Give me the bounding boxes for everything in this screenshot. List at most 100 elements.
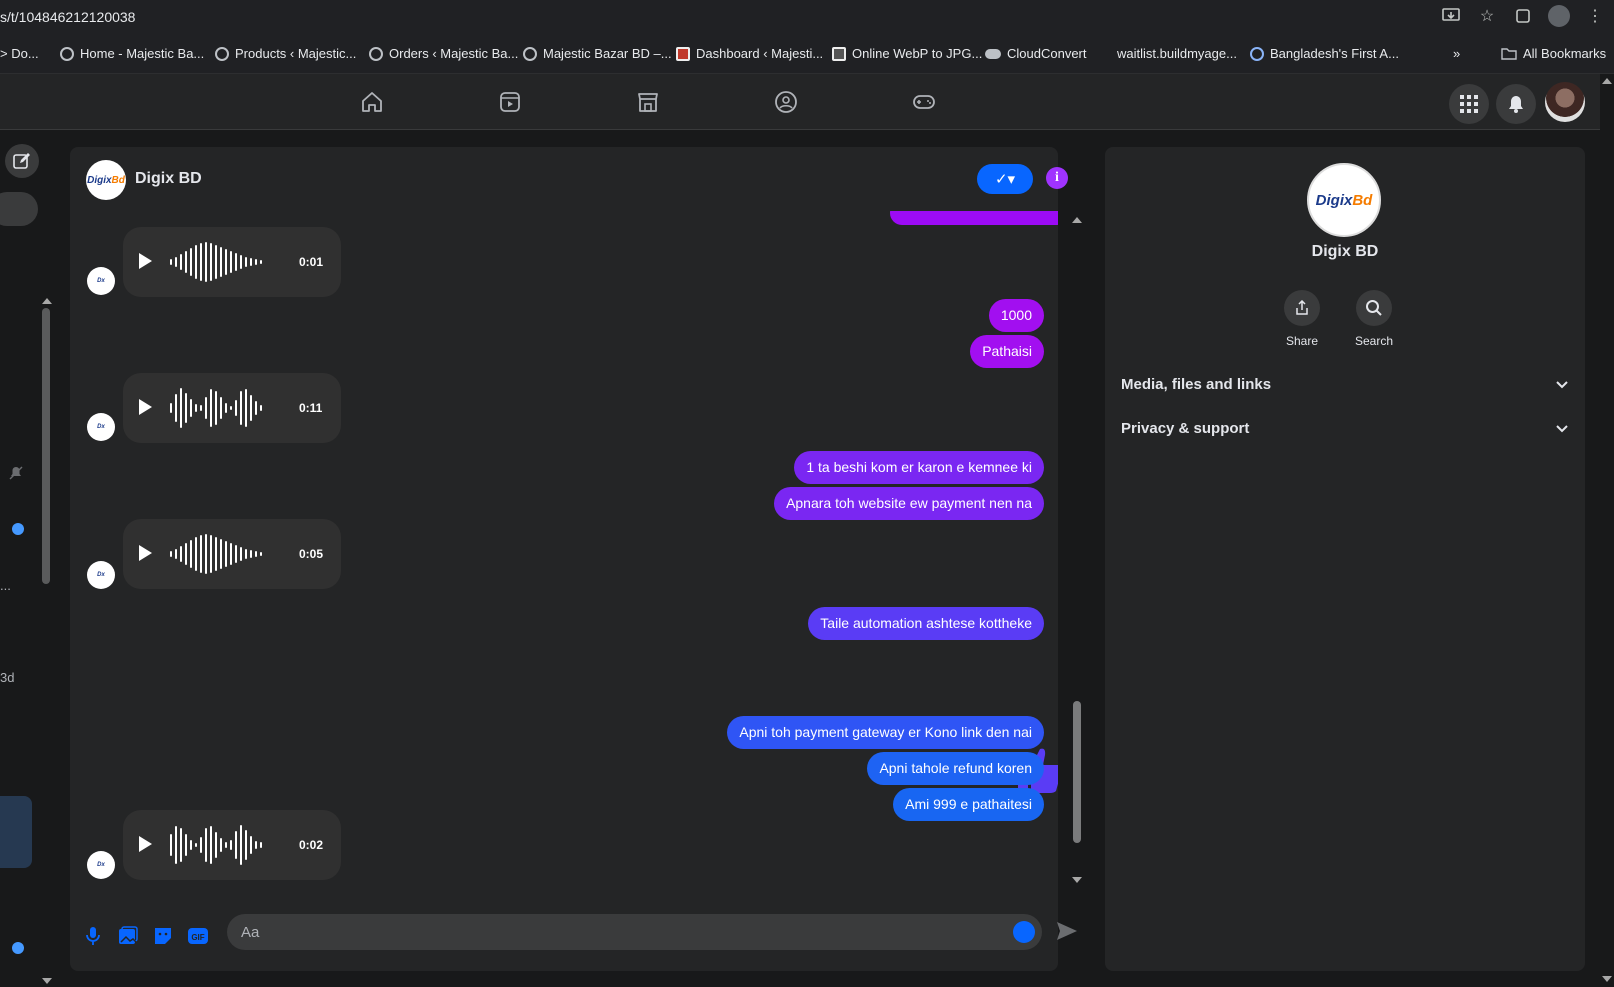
waveform-bar: [230, 251, 232, 273]
search-button[interactable]: [1356, 290, 1392, 326]
groups-icon[interactable]: [772, 88, 800, 116]
scroll-up-arrow[interactable]: [42, 298, 52, 304]
search-label: Search: [1354, 334, 1394, 348]
bookmark-item[interactable]: Majestic Bazar BD –...: [523, 46, 672, 61]
outgoing-message[interactable]: Taile automation ashtese kottheke: [808, 607, 1044, 640]
waveform-bar: [225, 842, 227, 848]
play-icon[interactable]: [139, 545, 152, 561]
share-action[interactable]: Share: [1272, 290, 1332, 348]
bell-icon: [1509, 96, 1523, 113]
play-icon[interactable]: [139, 399, 152, 415]
install-app-icon[interactable]: [1440, 5, 1462, 27]
menu-grid-button[interactable]: [1449, 84, 1489, 124]
waveform: [170, 533, 278, 575]
voice-message[interactable]: 0:01: [123, 227, 341, 297]
scroll-down-arrow[interactable]: [1072, 877, 1082, 883]
waveform-bar: [205, 242, 207, 282]
waveform-bar: [175, 257, 177, 267]
bookmark-item[interactable]: Dashboard ‹ Majesti...: [676, 46, 823, 61]
send-icon[interactable]: [1055, 919, 1079, 943]
account-avatar[interactable]: [1545, 82, 1585, 122]
all-bookmarks-button[interactable]: All Bookmarks: [1501, 46, 1606, 61]
play-icon[interactable]: [139, 253, 152, 269]
message-list-scrollbar[interactable]: [1072, 213, 1082, 886]
outgoing-message[interactable]: Apni tahole refund koren: [867, 752, 1044, 785]
new-message-button[interactable]: [5, 144, 39, 178]
waveform-bar: [170, 834, 172, 856]
sidebar-scrollbar-thumb[interactable]: [42, 308, 50, 584]
conversation-header: DigixBd Digix BD ✓▾ i: [70, 147, 1068, 211]
outgoing-message[interactable]: Apnara toh website ew payment nen na: [774, 487, 1044, 520]
microphone-icon[interactable]: [82, 925, 104, 947]
cloud-icon: [985, 48, 1001, 59]
outgoing-message[interactable]: 1 ta beshi kom er karon e kemnee ki: [794, 451, 1044, 484]
waveform-bar: [215, 832, 217, 858]
emoji-icon[interactable]: [1013, 921, 1035, 943]
globe-icon: [523, 46, 537, 61]
marketplace-icon[interactable]: [634, 88, 662, 116]
chevron-down-icon: [1556, 381, 1568, 389]
chats-sidebar: ... 3d: [0, 130, 64, 987]
waveform-bar: [195, 404, 197, 412]
sticker-icon[interactable]: [152, 925, 174, 947]
browser-profile-avatar[interactable]: [1548, 5, 1570, 27]
share-icon: [1296, 300, 1308, 315]
mark-done-button[interactable]: ✓▾: [977, 164, 1033, 194]
scroll-up-arrow[interactable]: [1072, 217, 1082, 223]
share-button[interactable]: [1284, 290, 1320, 326]
message-input[interactable]: [241, 914, 981, 950]
media-files-links-section[interactable]: Media, files and links: [1121, 364, 1569, 404]
privacy-support-section[interactable]: Privacy & support: [1121, 408, 1569, 448]
selected-chat-item[interactable]: [0, 796, 32, 868]
photo-icon[interactable]: [117, 925, 139, 947]
bookmark-item[interactable]: Orders ‹ Majestic Ba...: [369, 46, 518, 61]
info-icon[interactable]: i: [1046, 167, 1068, 189]
waveform-bar: [230, 543, 232, 565]
voice-message[interactable]: 0:02: [123, 810, 341, 880]
bookmark-item[interactable]: waitlist.buildmyage...: [1117, 46, 1237, 61]
voice-message[interactable]: 0:11: [123, 373, 341, 443]
voice-message[interactable]: 0:05: [123, 519, 341, 589]
notifications-button[interactable]: [1496, 84, 1536, 124]
scroll-down-arrow[interactable]: [42, 978, 52, 984]
home-icon[interactable]: [358, 88, 386, 116]
waveform-bar: [215, 245, 217, 279]
outgoing-message[interactable]: Ami 999 e pathaitesi: [893, 788, 1044, 821]
outgoing-message[interactable]: Apni toh payment gateway er Kono link de…: [727, 716, 1044, 749]
bookmark-item[interactable]: > Do...: [0, 46, 39, 61]
bookmark-item[interactable]: Home - Majestic Ba...: [60, 46, 204, 61]
scroll-down-arrow[interactable]: [1602, 976, 1612, 982]
more-bookmarks-button[interactable]: »: [1453, 46, 1460, 61]
outgoing-message[interactable]: 1000: [988, 299, 1044, 332]
play-icon[interactable]: [139, 836, 152, 852]
contact-avatar-large[interactable]: DigixBd: [1307, 163, 1381, 237]
page-scrollbar[interactable]: [1600, 74, 1614, 987]
extensions-icon[interactable]: [1512, 5, 1534, 27]
folder-icon: [1501, 48, 1517, 60]
bookmark-label: Bangladesh's First A...: [1270, 46, 1399, 61]
gif-icon[interactable]: GIF: [187, 925, 209, 947]
search-chats-input[interactable]: [0, 192, 38, 226]
facebook-top-nav: [0, 74, 1614, 130]
bookmark-item[interactable]: CloudConvert: [985, 46, 1087, 61]
waveform-bar: [250, 258, 252, 266]
waveform-bar: [175, 549, 177, 559]
conversation-title[interactable]: Digix BD: [135, 170, 202, 188]
waveform-bar: [255, 401, 257, 415]
bookmark-item[interactable]: Bangladesh's First A...: [1250, 46, 1399, 61]
search-action[interactable]: Search: [1344, 290, 1404, 348]
outgoing-message[interactable]: Pathaisi: [970, 335, 1044, 368]
star-bookmark-icon[interactable]: ☆: [1476, 5, 1498, 27]
url-text[interactable]: s/t/104846212120038: [0, 9, 135, 25]
waveform-bar: [235, 545, 237, 563]
scrollbar-thumb[interactable]: [1073, 701, 1081, 843]
scroll-up-arrow[interactable]: [1602, 78, 1612, 84]
bookmark-item[interactable]: Products ‹ Majestic...: [215, 46, 356, 61]
browser-menu-icon[interactable]: ⋮: [1584, 5, 1606, 27]
waveform-bar: [210, 826, 212, 864]
video-icon[interactable]: [496, 88, 524, 116]
voice-duration: 0:01: [299, 255, 324, 269]
gaming-icon[interactable]: [910, 88, 938, 116]
contact-avatar[interactable]: DigixBd: [86, 160, 126, 200]
bookmark-item[interactable]: Online WebP to JPG...: [832, 46, 982, 61]
